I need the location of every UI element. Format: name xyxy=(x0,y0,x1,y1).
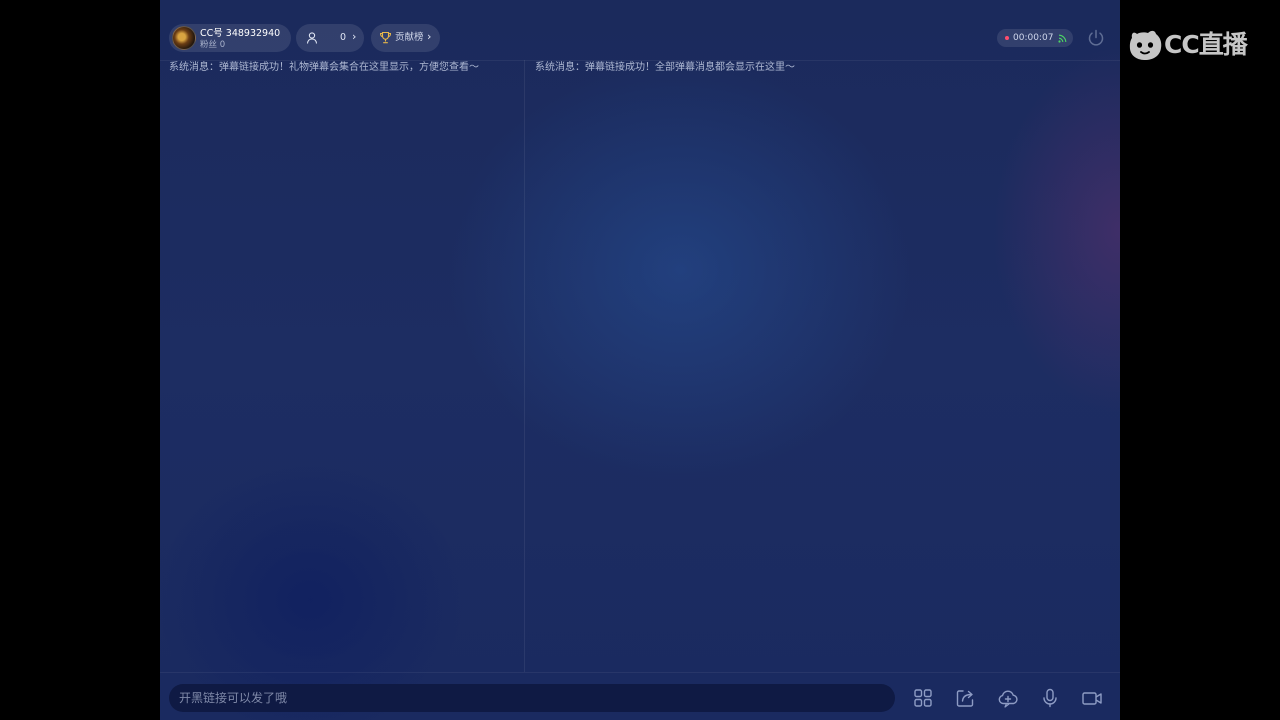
apps-grid-icon[interactable] xyxy=(912,687,934,709)
live-timer-value: 00:00:07 xyxy=(1013,33,1054,43)
streamer-profile[interactable]: CC号 348932940 粉丝 0 xyxy=(169,24,291,52)
screen: CC号 348932940 粉丝 0 0 › 贡献榜 › 00:00:07 系统… xyxy=(0,0,1280,720)
viewer-count: 0 xyxy=(340,32,347,43)
microphone-icon[interactable] xyxy=(1039,687,1061,709)
user-icon xyxy=(306,32,318,44)
cc-id: CC号 348932940 xyxy=(200,28,281,39)
avatar xyxy=(172,26,196,50)
chat-input[interactable] xyxy=(169,684,895,712)
signal-icon xyxy=(1058,34,1067,43)
share-icon[interactable] xyxy=(954,687,976,709)
top-bar: CC号 348932940 粉丝 0 0 › 贡献榜 › 00:00:07 xyxy=(160,0,1120,61)
chevron-right-icon: › xyxy=(427,30,432,43)
gift-danmaku-panel-message: 系统消息：弹幕链接成功！礼物弹幕会集合在这里显示，方便您查看～ xyxy=(169,62,479,73)
cc-live-logo: CC直播 xyxy=(1128,26,1252,64)
cc-mascot-icon xyxy=(1129,30,1162,60)
live-assistant-window: CC号 348932940 粉丝 0 0 › 贡献榜 › 00:00:07 系统… xyxy=(160,0,1120,720)
bottom-bar xyxy=(160,672,1120,720)
all-danmaku-panel-message: 系统消息：弹幕链接成功！全部弹幕消息都会显示在这里～ xyxy=(535,62,795,73)
fans-count: 粉丝 0 xyxy=(200,40,226,50)
viewer-count-button[interactable]: 0 › xyxy=(296,24,364,52)
trophy-icon xyxy=(379,31,392,44)
contribution-rank-button[interactable]: 贡献榜 › xyxy=(371,24,440,52)
contribution-rank-label: 贡献榜 xyxy=(395,32,424,43)
chevron-right-icon: › xyxy=(352,30,357,43)
power-icon[interactable] xyxy=(1086,28,1106,48)
cloud-add-icon[interactable] xyxy=(997,687,1019,709)
live-timer: 00:00:07 xyxy=(997,29,1073,47)
recording-dot-icon xyxy=(1005,36,1009,40)
panel-divider xyxy=(524,60,525,672)
camera-icon[interactable] xyxy=(1081,687,1103,709)
cc-live-logo-text: CC直播 xyxy=(1164,30,1248,59)
